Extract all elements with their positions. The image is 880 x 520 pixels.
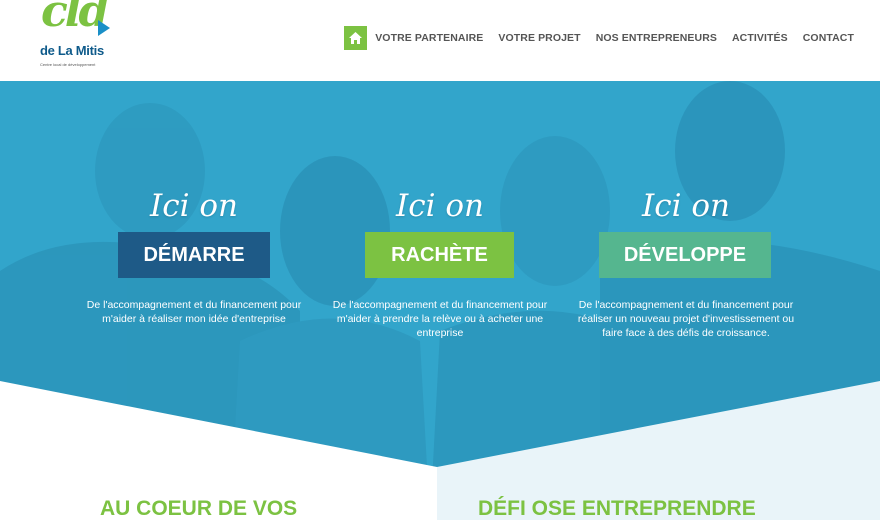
main-nav: VOTRE PARTENAIRE VOTRE PROJET NOS ENTREP… — [344, 26, 854, 50]
nav-item-votre-projet[interactable]: VOTRE PROJET — [498, 32, 580, 44]
nav-item-contact[interactable]: CONTACT — [803, 32, 854, 44]
logo-tagline: Centre local de développement — [40, 62, 96, 67]
logo-mark: cld — [41, 0, 109, 37]
section-heading-right: DÉFI OSE ENTREPRENDRE — [478, 497, 756, 520]
ici-on-label: Ici on — [641, 188, 730, 224]
site-header: cld de La Mitis Centre local de développ… — [0, 0, 880, 81]
demarre-description: De l'accompagnement et du financement po… — [86, 299, 302, 325]
developpe-button[interactable]: DÉVELOPPE — [599, 232, 771, 278]
rachete-button[interactable]: RACHÈTE — [365, 232, 514, 278]
developpe-description: De l'accompagnement et du financement po… — [577, 299, 795, 339]
cld-logo[interactable]: cld de La Mitis Centre local de développ… — [40, 0, 112, 70]
home-icon — [349, 32, 363, 44]
nav-home-button[interactable] — [344, 26, 368, 50]
logo-arrow-icon — [98, 20, 110, 36]
nav-item-nos-entrepreneurs[interactable]: NOS ENTREPRENEURS — [596, 32, 717, 44]
demarre-button[interactable]: DÉMARRE — [118, 232, 270, 278]
ici-on-label: Ici on — [149, 188, 238, 224]
ici-on-label: Ici on — [395, 188, 484, 224]
section-heading-left: AU COEUR DE VOS — [100, 497, 298, 520]
rachete-description: De l'accompagnement et du financement po… — [332, 299, 548, 339]
hero-banner: Ici on DÉMARRE De l'accompagnement et du… — [0, 81, 880, 520]
nav-item-votre-partenaire[interactable]: VOTRE PARTENAIRE — [375, 32, 483, 44]
logo-name: de La Mitis — [40, 43, 104, 58]
nav-item-activites[interactable]: ACTIVITÉS — [732, 32, 788, 44]
